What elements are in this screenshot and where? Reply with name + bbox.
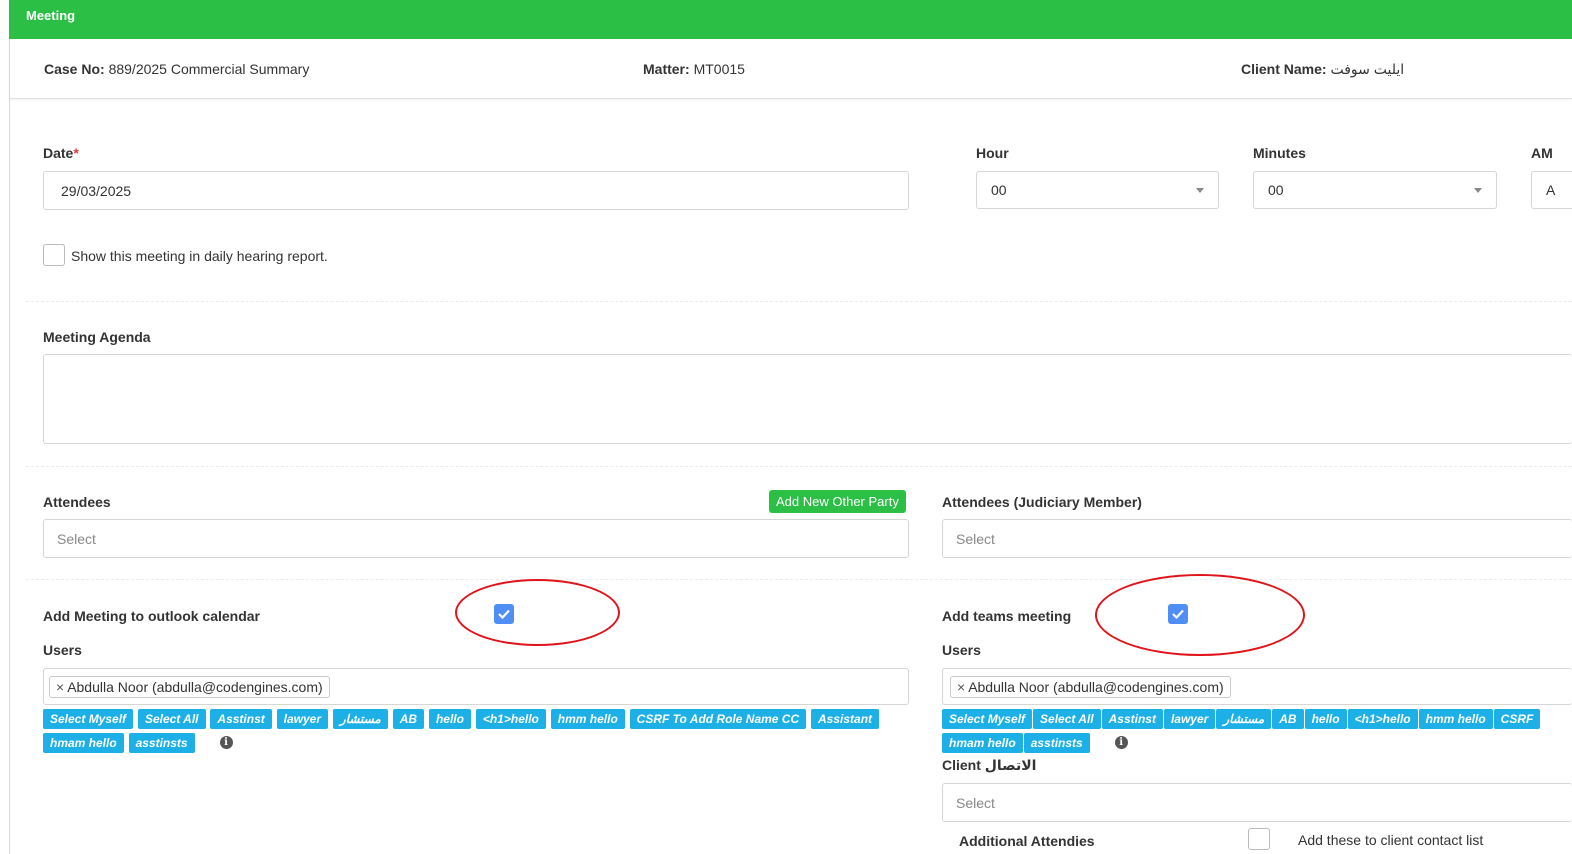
hour-label: Hour bbox=[976, 145, 1009, 161]
tag-role[interactable]: AB bbox=[392, 709, 425, 729]
attendees-select[interactable]: Select bbox=[43, 519, 909, 558]
tag-select-myself[interactable]: Select Myself bbox=[43, 709, 134, 729]
teams-label: Add teams meeting bbox=[942, 608, 1072, 624]
remove-icon[interactable]: × bbox=[957, 679, 965, 695]
minutes-select[interactable]: 00 bbox=[1253, 171, 1497, 209]
case-number: Case No: 889/2025 Commercial Summary bbox=[44, 61, 310, 77]
role-tags-left: Select Myself Select All Asstinst lawyer… bbox=[43, 709, 923, 757]
tag-select-myself[interactable]: Select Myself bbox=[942, 709, 1033, 729]
tag-role[interactable]: hmam hello bbox=[942, 733, 1023, 753]
tag-role[interactable]: hmm hello bbox=[1418, 709, 1493, 729]
tag-role[interactable]: Asstinst bbox=[210, 709, 272, 729]
date-label: Date* bbox=[43, 145, 79, 161]
user-chip[interactable]: × Abdulla Noor (abdulla@codengines.com) bbox=[49, 675, 330, 698]
users-label-right: Users bbox=[942, 642, 981, 658]
tag-role[interactable]: asstinsts bbox=[1023, 733, 1090, 753]
users-select-left[interactable]: × Abdulla Noor (abdulla@codengines.com) bbox=[43, 668, 909, 705]
add-to-contact-label: Add these to client contact list bbox=[1298, 832, 1484, 848]
date-input[interactable]: 29/03/2025 bbox=[43, 171, 909, 210]
ampm-select[interactable]: A bbox=[1531, 171, 1572, 209]
agenda-textarea[interactable] bbox=[43, 354, 1572, 444]
hour-select[interactable]: 00 bbox=[976, 171, 1219, 209]
users-label-left: Users bbox=[43, 642, 82, 658]
case-info-bar: Case No: 889/2025 Commercial Summary Mat… bbox=[10, 40, 1572, 99]
tag-role[interactable]: hello bbox=[428, 709, 471, 729]
chevron-down-icon bbox=[1474, 188, 1482, 193]
tag-select-all[interactable]: Select All bbox=[137, 709, 206, 729]
annotation-circle bbox=[1095, 574, 1305, 656]
tag-role[interactable]: asstinsts bbox=[128, 733, 195, 753]
tag-role[interactable]: hmam hello bbox=[43, 733, 124, 753]
tag-role[interactable]: <h1>hello bbox=[475, 709, 546, 729]
chevron-down-icon bbox=[1196, 188, 1204, 193]
remove-icon[interactable]: × bbox=[56, 679, 64, 695]
section-divider bbox=[26, 301, 1572, 302]
tag-role[interactable]: lawyer bbox=[1163, 709, 1216, 729]
page-title: Meeting bbox=[26, 8, 76, 23]
role-tags-right: Select Myself Select All Asstinst lawyer مست… bbox=[942, 709, 1572, 757]
client-contact-label: Client الاتصال bbox=[942, 757, 1037, 773]
matter-number: Matter: MT0015 bbox=[643, 61, 745, 77]
show-daily-label: Show this meeting in daily hearing repor… bbox=[71, 248, 328, 264]
add-new-other-party-button[interactable]: Add New Other Party bbox=[769, 490, 906, 513]
client-contact-select[interactable]: Select bbox=[942, 783, 1572, 822]
judiciary-label: Attendees (Judiciary Member) bbox=[942, 494, 1142, 510]
users-select-right[interactable]: × Abdulla Noor (abdulla@codengines.com) bbox=[942, 668, 1572, 705]
annotation-circle bbox=[455, 579, 620, 646]
client-name: Client Name: ايليت سوفت bbox=[1241, 61, 1405, 77]
tag-role[interactable]: lawyer bbox=[276, 709, 328, 729]
tag-role[interactable]: مستشار bbox=[1216, 709, 1272, 729]
page-header: Meeting bbox=[9, 0, 1572, 39]
tag-select-all[interactable]: Select All bbox=[1033, 709, 1101, 729]
outlook-label: Add Meeting to outlook calendar bbox=[43, 608, 261, 624]
left-border bbox=[9, 39, 10, 854]
agenda-label: Meeting Agenda bbox=[43, 329, 151, 345]
tag-role[interactable]: مستشار bbox=[332, 709, 388, 729]
info-icon[interactable]: i bbox=[219, 736, 233, 749]
tag-role[interactable]: hello bbox=[1304, 709, 1347, 729]
tag-role[interactable]: Assistant bbox=[811, 709, 880, 729]
info-icon[interactable]: i bbox=[1114, 736, 1128, 749]
additional-attendees-label: Additional Attendies bbox=[959, 833, 1095, 849]
tag-role[interactable]: AB bbox=[1272, 709, 1304, 729]
attendees-label: Attendees bbox=[43, 494, 111, 510]
tag-role[interactable]: <h1>hello bbox=[1347, 709, 1418, 729]
tag-role[interactable]: hmm hello bbox=[550, 709, 625, 729]
section-divider bbox=[26, 579, 1572, 580]
user-chip[interactable]: × Abdulla Noor (abdulla@codengines.com) bbox=[950, 675, 1231, 698]
show-daily-checkbox[interactable] bbox=[43, 244, 65, 266]
judiciary-select[interactable]: Select bbox=[942, 519, 1572, 558]
add-to-contact-checkbox[interactable] bbox=[1248, 828, 1270, 850]
tag-role[interactable]: Asstinst bbox=[1101, 709, 1163, 729]
tag-role[interactable]: CSRF bbox=[1493, 709, 1541, 729]
minutes-label: Minutes bbox=[1253, 145, 1306, 161]
tag-role[interactable]: CSRF To Add Role Name CC bbox=[629, 709, 807, 729]
ampm-label: AM bbox=[1531, 145, 1553, 161]
section-divider bbox=[26, 466, 1572, 467]
